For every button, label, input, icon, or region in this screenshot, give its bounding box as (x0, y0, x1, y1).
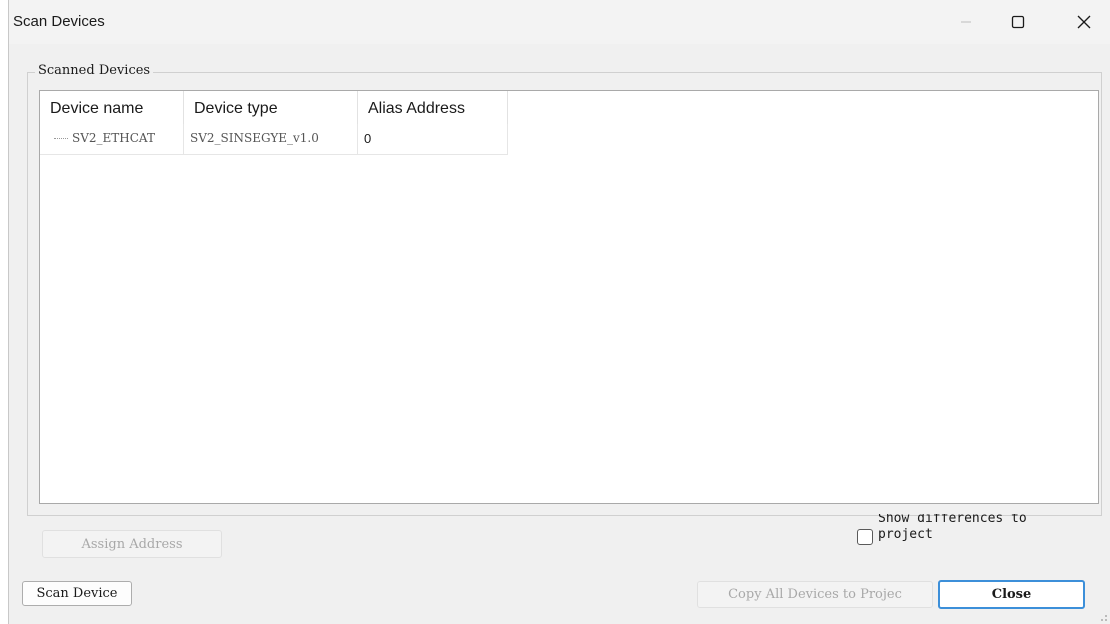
close-window-button[interactable] (1061, 0, 1107, 44)
cell-alias-address[interactable]: 0 (358, 124, 508, 154)
close-icon (1077, 15, 1091, 29)
show-differences-checkbox[interactable] (857, 529, 873, 545)
column-header-device-name[interactable]: Device name (40, 91, 184, 124)
show-differences-label[interactable]: Show differences to project (878, 514, 1058, 550)
scan-devices-dialog: Scan Devices Scanned Devices Device name… (8, 0, 1110, 624)
minimize-icon (961, 21, 971, 23)
devices-list[interactable]: Device name Device type Alias Address SV… (39, 90, 1099, 504)
column-header-alias-address[interactable]: Alias Address (358, 91, 508, 124)
device-type-value: SV2_SINSEGYE_v1.0 (190, 131, 319, 145)
maximize-icon (1011, 15, 1025, 29)
table-row[interactable]: SV2_ETHCAT SV2_SINSEGYE_v1.0 0 (40, 124, 508, 155)
device-name-value: SV2_ETHCAT (72, 131, 155, 145)
resize-grip-icon[interactable] (1098, 612, 1108, 622)
scanned-devices-label: Scanned Devices (35, 63, 154, 78)
show-differences-text: Show differences to project (878, 514, 1027, 542)
minimize-button[interactable] (943, 0, 989, 44)
scan-device-button[interactable]: Scan Device (22, 581, 132, 606)
column-header-device-type[interactable]: Device type (184, 91, 358, 124)
cell-device-name: SV2_ETHCAT (40, 124, 184, 154)
window-title: Scan Devices (13, 13, 105, 30)
title-bar[interactable]: Scan Devices (9, 0, 1110, 44)
alias-address-value: 0 (364, 131, 372, 146)
assign-address-button[interactable]: Assign Address (42, 530, 222, 558)
close-button[interactable]: Close (938, 580, 1085, 609)
copy-all-devices-button[interactable]: Copy All Devices to Projec (697, 581, 933, 608)
tree-connector-line (54, 138, 68, 139)
maximize-button[interactable] (995, 0, 1041, 44)
cell-device-type: SV2_SINSEGYE_v1.0 (184, 124, 358, 154)
